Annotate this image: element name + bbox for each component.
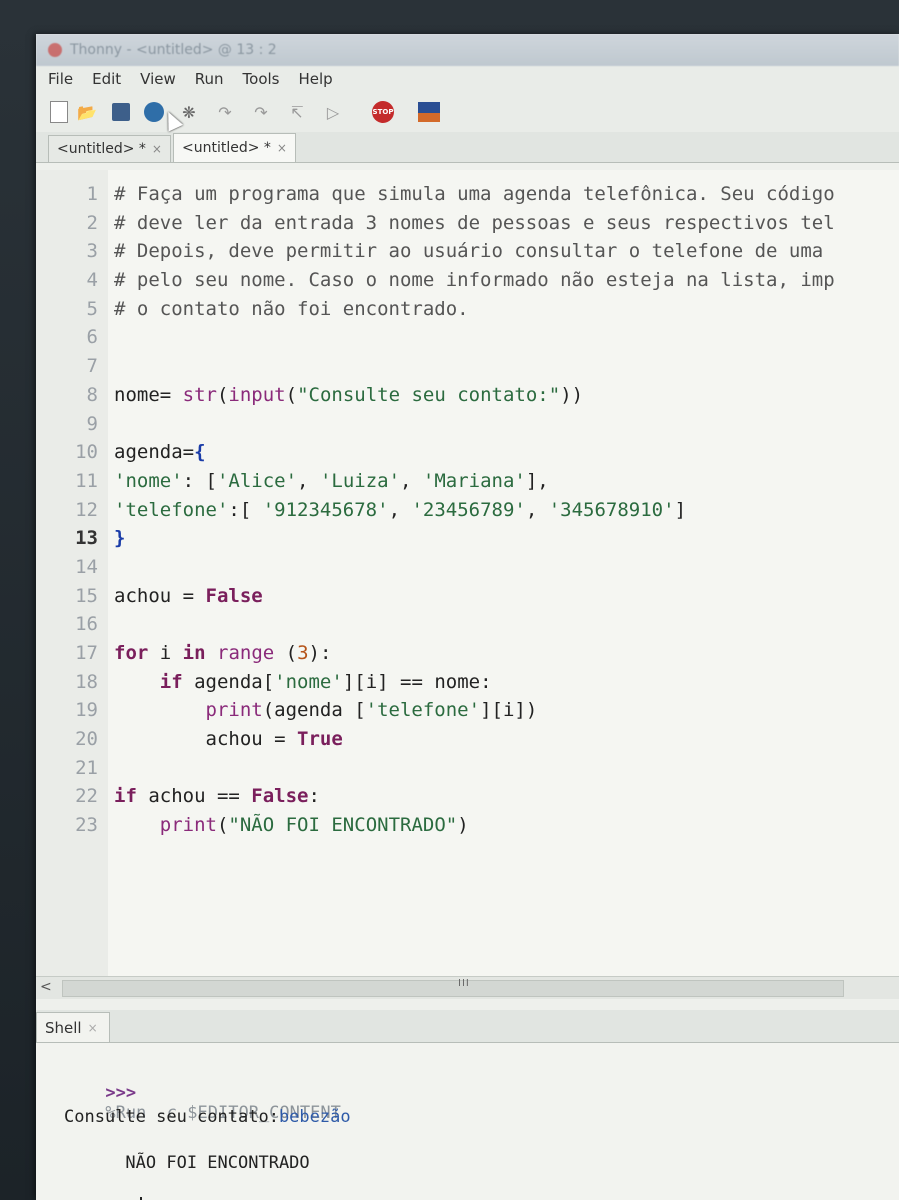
code-line[interactable] [114, 323, 899, 352]
line-number: 6 [86, 326, 98, 349]
line-number: 13 [75, 527, 98, 550]
tab-shell[interactable]: Shell × [36, 1012, 110, 1042]
line-number: 3 [86, 240, 98, 263]
line-number: 19 [75, 699, 98, 722]
line-number: 16 [75, 613, 98, 636]
menu-help[interactable]: Help [299, 70, 333, 88]
code-line[interactable]: 'nome': ['Alice', 'Luiza', 'Mariana'], [114, 467, 899, 496]
code-line[interactable] [114, 410, 899, 439]
shell-tabs: Shell × [36, 1010, 899, 1043]
line-number: 10 [75, 441, 98, 464]
scrollbar-grip-icon: III [458, 978, 470, 989]
line-number: 21 [75, 756, 98, 779]
code-line[interactable]: 'telefone':[ '912345678', '23456789', '3… [114, 496, 899, 525]
code-line[interactable]: # deve ler da entrada 3 nomes de pessoas… [114, 209, 899, 238]
line-number: 14 [75, 555, 98, 578]
menu-view[interactable]: View [140, 70, 176, 88]
stop-icon[interactable]: STOP [372, 101, 394, 123]
window-title: Thonny - <untitled> @ 13 : 2 [70, 42, 277, 58]
line-number: 11 [75, 469, 98, 492]
save-icon[interactable] [112, 103, 130, 121]
line-number: 15 [75, 584, 98, 607]
editor-tabs: <untitled> * × <untitled> * × [36, 132, 899, 163]
debug-icon[interactable]: ❋ [178, 101, 200, 123]
input-prompt-text: Consulte seu contato: [64, 1107, 279, 1127]
code-line[interactable]: # Faça um programa que simula uma agenda… [114, 180, 899, 209]
run-icon[interactable] [144, 102, 164, 122]
code-line[interactable]: achou = False [114, 582, 899, 611]
menu-file[interactable]: File [48, 70, 73, 88]
shell-panel[interactable]: >>> %Run -c $EDITOR_CONTENT Consulte seu… [36, 1043, 899, 1200]
menu-run[interactable]: Run [195, 70, 224, 88]
line-number: 7 [86, 355, 98, 378]
open-folder-icon[interactable]: 📂 [76, 101, 98, 123]
title-bar: Thonny - <untitled> @ 13 : 2 [36, 34, 899, 66]
code-line[interactable]: nome= str(input("Consulte seu contato:")… [114, 381, 899, 410]
line-number: 12 [75, 498, 98, 521]
code-line[interactable] [114, 610, 899, 639]
shell-output-line: Consulte seu contato:bebezão [64, 1107, 351, 1127]
line-number-gutter: 1 2 3 4 5 6 7 8 9 10 11 12 13 14 15 16 17 18 19 20 21 22 23 [36, 170, 108, 976]
code-line[interactable]: print(agenda ['telefone'][i]) [114, 696, 899, 725]
thonny-logo-icon [48, 43, 62, 57]
scrollbar-thumb[interactable] [62, 980, 844, 997]
code-line[interactable]: agenda={ [114, 438, 899, 467]
code-line[interactable]: print("NÃO FOI ENCONTRADO") [114, 811, 899, 840]
menu-tools[interactable]: Tools [243, 70, 280, 88]
step-out-icon[interactable]: ↸ [286, 101, 308, 123]
line-number: 5 [86, 297, 98, 320]
scroll-left-arrow-icon[interactable]: < [40, 979, 52, 995]
tab-untitled-1[interactable]: <untitled> * × [48, 135, 171, 162]
tab-label: <untitled> * [181, 140, 271, 156]
code-line[interactable]: if agenda['nome'][i] == nome: [114, 668, 899, 697]
step-over-icon[interactable]: ↷ [214, 101, 236, 123]
menu-edit[interactable]: Edit [92, 70, 121, 88]
code-line[interactable]: # pelo seu nome. Caso o nome informado n… [114, 266, 899, 295]
line-number: 9 [86, 412, 98, 435]
user-input-text: bebezão [278, 1107, 351, 1127]
thonny-window: Thonny - <untitled> @ 13 : 2 File Edit V… [36, 34, 899, 1200]
line-number: 18 [75, 670, 98, 693]
step-into-icon[interactable]: ↷ [250, 101, 272, 123]
line-number: 2 [86, 211, 98, 234]
tab-label: <untitled> * [57, 141, 146, 157]
shell-tab-label: Shell [45, 1018, 82, 1037]
line-number: 8 [86, 383, 98, 406]
code-editor[interactable]: 1 2 3 4 5 6 7 8 9 10 11 12 13 14 15 16 17 18 19 20 21 22 23 # … [36, 170, 899, 976]
close-icon[interactable]: × [277, 141, 287, 155]
resume-icon[interactable]: ▷ [322, 101, 344, 123]
line-number: 4 [86, 269, 98, 292]
tab-untitled-2[interactable]: <untitled> * × [172, 133, 296, 162]
shell-run-line: >>> %Run -c $EDITOR_CONTENT [44, 1063, 340, 1143]
code-line[interactable]: if achou == False: [114, 782, 899, 811]
code-line[interactable]: achou = True [114, 725, 899, 754]
code-line[interactable]: # o contato não foi encontrado. [114, 295, 899, 324]
code-line[interactable] [114, 754, 899, 783]
shell-prompt: >>> [105, 1083, 137, 1103]
quit-icon[interactable] [418, 102, 440, 122]
line-number: 1 [86, 183, 98, 205]
line-number: 20 [75, 728, 98, 751]
line-number: 22 [75, 785, 98, 808]
code-line[interactable]: # Depois, deve permitir ao usuário consu… [114, 237, 899, 266]
close-icon[interactable]: × [152, 142, 162, 156]
code-line[interactable]: } [114, 524, 899, 553]
line-number: 23 [75, 814, 98, 837]
result-text: NÃO FOI ENCONTRADO [125, 1153, 310, 1173]
menu-bar: File Edit View Run Tools Help [36, 66, 899, 92]
code-area[interactable]: # Faça um programa que simula uma agenda… [108, 170, 899, 976]
horizontal-scrollbar[interactable]: < III [36, 976, 899, 999]
new-file-icon[interactable] [50, 101, 68, 123]
line-number: 17 [75, 642, 98, 664]
shell-input-line[interactable]: >>> [44, 1177, 143, 1200]
close-icon[interactable]: × [88, 1021, 98, 1035]
code-line[interactable] [114, 553, 899, 582]
code-line[interactable] [114, 352, 899, 381]
code-line[interactable]: for i in range (3): [114, 639, 899, 668]
